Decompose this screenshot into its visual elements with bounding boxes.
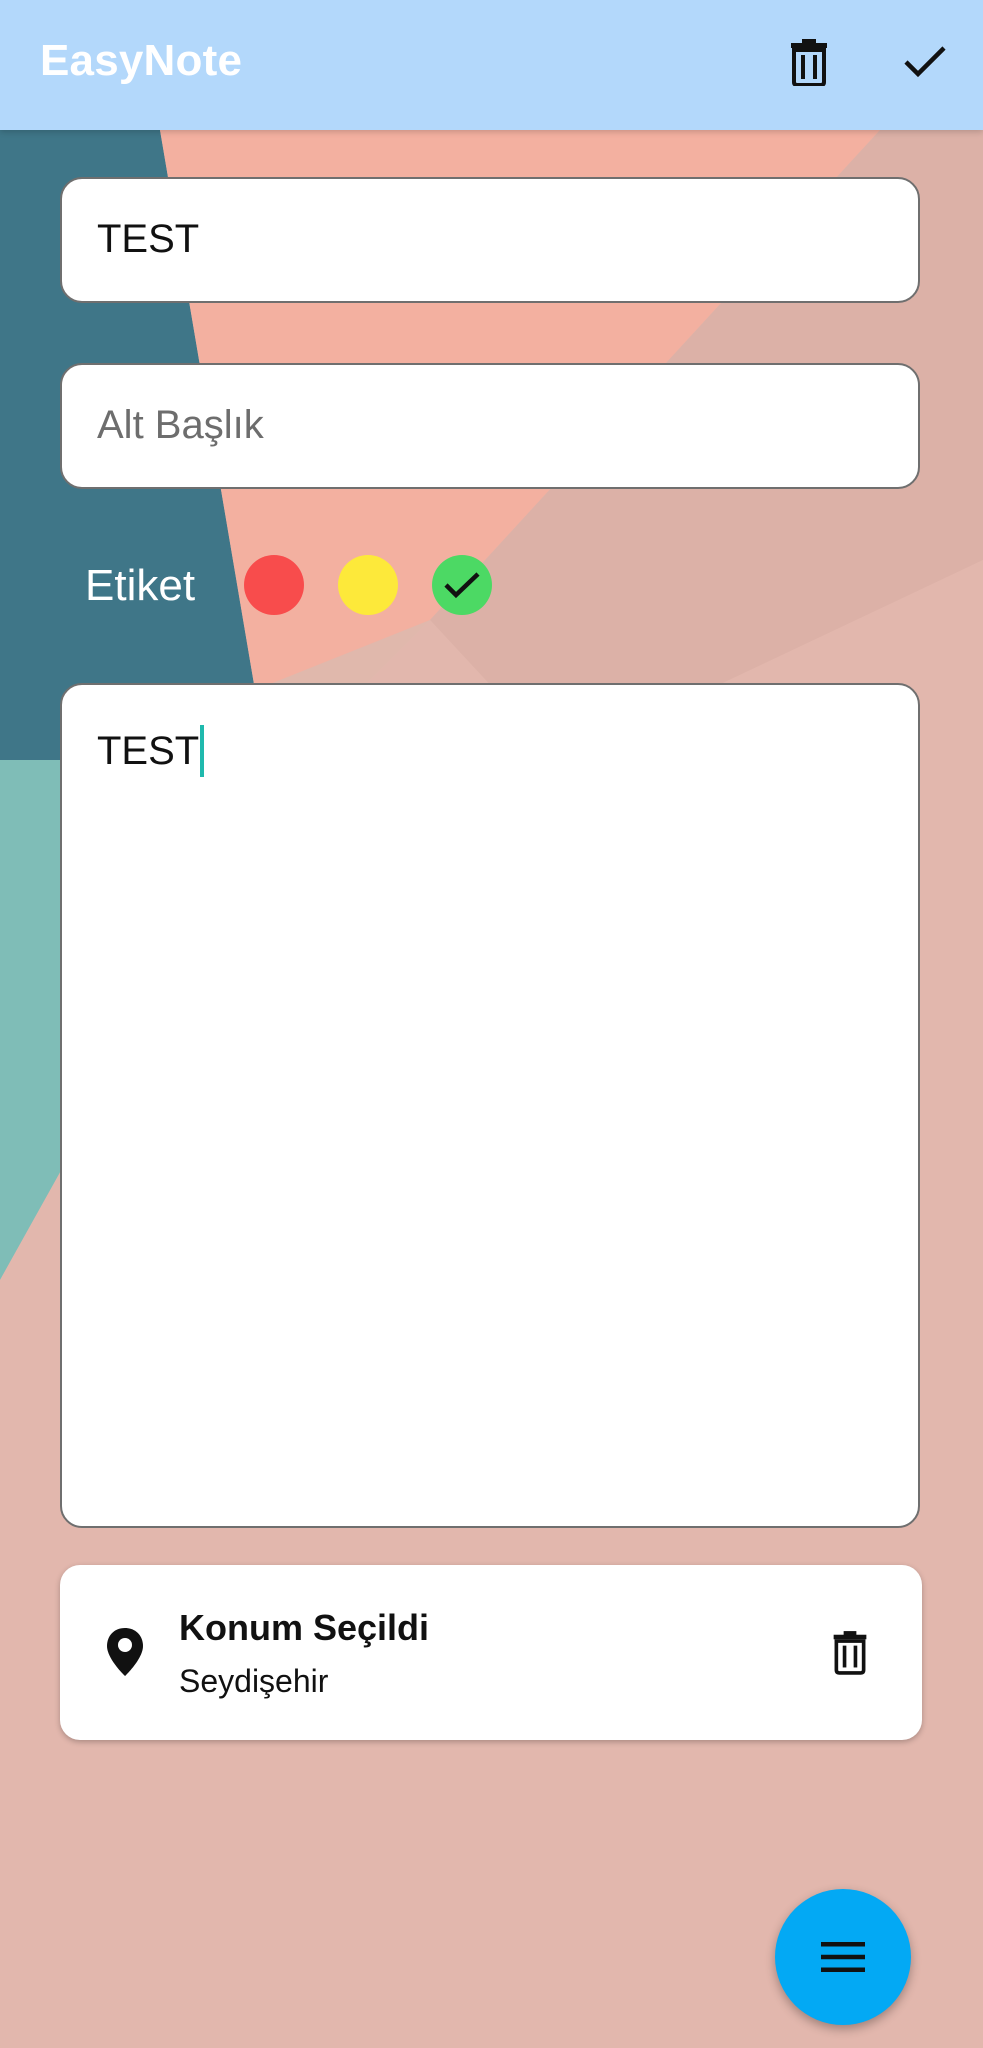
app-title: EasyNote (40, 36, 243, 85)
label-color-yellow[interactable] (338, 555, 398, 615)
trash-icon (791, 39, 827, 86)
label-color-red[interactable] (244, 555, 304, 615)
subtitle-input-placeholder: Alt Başlık (97, 403, 264, 447)
menu-icon (821, 1942, 865, 1972)
text-caret (200, 725, 205, 777)
save-note-button[interactable] (893, 30, 957, 94)
note-body-value: TEST (97, 728, 200, 773)
label-title: Etiket (85, 561, 196, 610)
title-input[interactable]: TEST (60, 177, 920, 303)
trash-icon (833, 1631, 867, 1675)
location-pin-icon (100, 1622, 150, 1682)
app-bar: EasyNote (0, 0, 983, 130)
check-icon (904, 46, 946, 78)
location-card[interactable]: Konum Seçildi Seydişehir (60, 1565, 922, 1740)
note-body-content: TEST (97, 725, 205, 777)
delete-note-button[interactable] (777, 30, 841, 94)
label-color-green[interactable] (432, 555, 492, 615)
check-icon (444, 572, 480, 599)
title-input-value: TEST (97, 217, 200, 261)
subtitle-input[interactable]: Alt Başlık (60, 363, 920, 489)
menu-fab-button[interactable] (775, 1889, 911, 2025)
delete-location-button[interactable] (818, 1620, 882, 1684)
location-name: Seydişehir (179, 1663, 329, 1699)
location-title: Konum Seçildi (179, 1607, 430, 1648)
note-body-input[interactable]: TEST (60, 683, 920, 1528)
